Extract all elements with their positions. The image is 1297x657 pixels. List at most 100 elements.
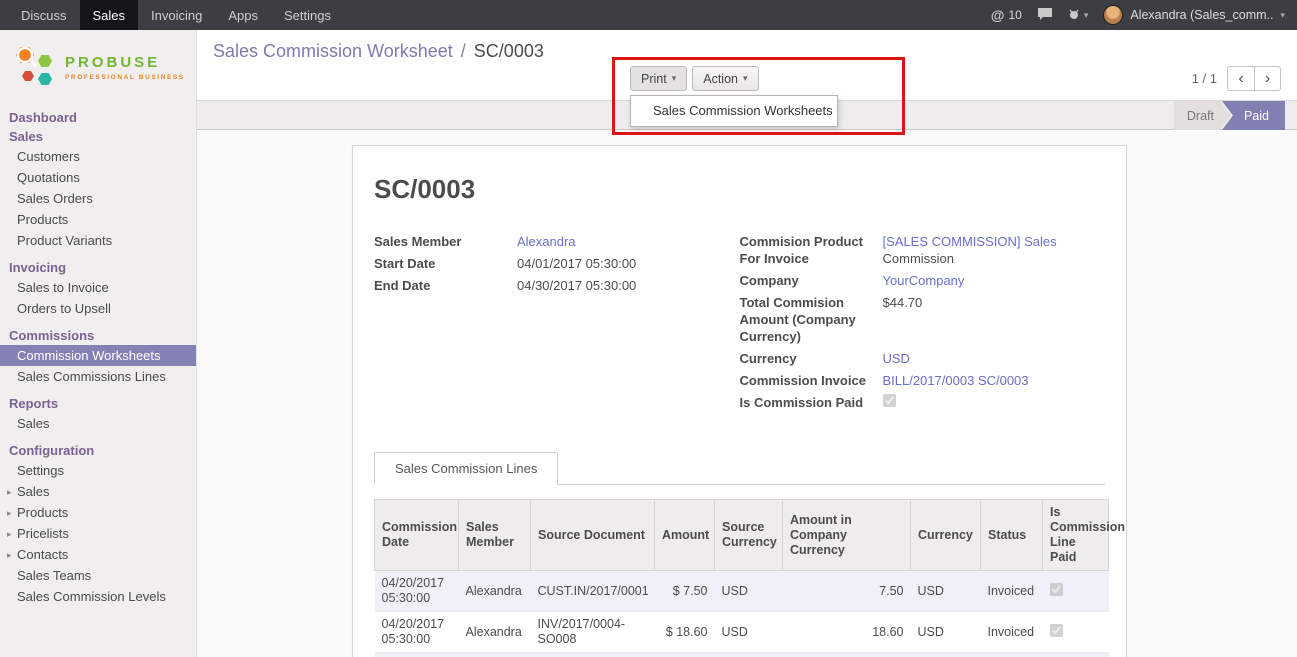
form-area: SC/0003 Sales Member Alexandra Start Dat… [197, 130, 1297, 657]
menu-invoicing[interactable]: Invoicing [138, 0, 215, 30]
probuse-logo-icon [14, 43, 58, 92]
pager-previous-button[interactable]: ‹ [1227, 66, 1254, 91]
sales-member-link[interactable]: Alexandra [517, 234, 576, 249]
breadcrumb-parent-link[interactable]: Sales Commission Worksheet [213, 41, 453, 61]
sidebar-item-commission-worksheets[interactable]: Commission Worksheets [0, 345, 196, 366]
sidebar-item-pricelists[interactable]: ▸Pricelists [0, 523, 196, 544]
table-row[interactable]: 04/20/2017 10:35:53 Alexandra SO008 $ 18… [375, 653, 1109, 657]
sidebar-item-sales-commissions-lines[interactable]: Sales Commissions Lines [0, 366, 196, 387]
cell-sales-member: Alexandra [459, 612, 531, 653]
control-panel-buttons: Print ▾ Action ▾ [630, 66, 759, 91]
sidebar-item-dashboard[interactable]: Dashboard [0, 108, 196, 127]
field-end-date: End Date 04/30/2017 05:30:00 [374, 277, 722, 294]
tab-sales-commission-lines[interactable]: Sales Commission Lines [374, 452, 558, 485]
menu-apps[interactable]: Apps [215, 0, 271, 30]
sidebar-item-products-config[interactable]: ▸Products [0, 502, 196, 523]
cell-status: Invoiced [981, 612, 1043, 653]
breadcrumb: Sales Commission Worksheet / SC/0003 [213, 41, 544, 62]
field-commission-invoice: Commission Invoice BILL/2017/0003 SC/000… [740, 372, 1106, 389]
sidebar-section-commissions: Commissions [0, 326, 196, 345]
table-row[interactable]: 04/20/2017 05:30:00 Alexandra CUST.IN/20… [375, 571, 1109, 612]
table-header-row: Commission Date Sales Member Source Docu… [375, 500, 1109, 571]
notebook-tabs: Sales Commission Lines [374, 452, 1105, 485]
field-commission-product: Commision Product For Invoice [SALES COM… [740, 233, 1106, 267]
company-link[interactable]: YourCompany [883, 273, 965, 288]
sidebar-item-orders-to-upsell[interactable]: Orders to Upsell [0, 298, 196, 319]
notification-count: 10 [1008, 8, 1021, 22]
sidebar-item-contacts[interactable]: ▸Contacts [0, 544, 196, 565]
status-draft[interactable]: Draft [1174, 101, 1231, 130]
sidebar-item-sales-teams[interactable]: Sales Teams [0, 565, 196, 586]
debug-menu-button[interactable]: ▾ [1068, 8, 1089, 23]
sidebar-item-quotations[interactable]: Quotations [0, 167, 196, 188]
sidebar-section-configuration: Configuration [0, 441, 196, 460]
cell-amount-company: 18.60 [783, 612, 911, 653]
menu-settings[interactable]: Settings [271, 0, 344, 30]
probuse-logo: PROBUSE PROFESSIONAL BUSINESS [0, 30, 196, 102]
sidebar-item-sales-commission-levels[interactable]: Sales Commission Levels [0, 586, 196, 607]
commission-lines-table: Commission Date Sales Member Source Docu… [374, 499, 1109, 657]
form-sheet: SC/0003 Sales Member Alexandra Start Dat… [352, 145, 1127, 657]
sidebar-item-label: Sales [17, 484, 50, 499]
table-row[interactable]: 04/20/2017 05:30:00 Alexandra INV/2017/0… [375, 612, 1109, 653]
sidebar-item-label: Pricelists [17, 526, 69, 541]
sidebar-item-sales-to-invoice[interactable]: Sales to Invoice [0, 277, 196, 298]
pager-next-button[interactable]: › [1254, 66, 1281, 91]
menu-label: Settings [284, 8, 331, 23]
sidebar-item-products[interactable]: Products [0, 209, 196, 230]
menu-discuss[interactable]: Discuss [8, 0, 80, 30]
menu-label: Sales [93, 8, 126, 23]
menu-label: Invoicing [151, 8, 202, 23]
sidebar-item-sales-report[interactable]: Sales [0, 413, 196, 434]
print-dropdown-item-worksheets[interactable]: Sales Commission Worksheets [631, 96, 837, 126]
action-button[interactable]: Action ▾ [692, 66, 758, 91]
col-header-status: Status [981, 500, 1043, 571]
commission-invoice-link[interactable]: BILL/2017/0003 SC/0003 [883, 373, 1029, 388]
sidebar-item-sales[interactable]: Sales [0, 127, 196, 146]
sidebar-item-settings[interactable]: Settings [0, 460, 196, 481]
status-widget: Draft Paid [1174, 101, 1285, 130]
col-header-currency: Currency [911, 500, 981, 571]
field-start-date: Start Date 04/01/2017 05:30:00 [374, 255, 722, 272]
field-group-left: Sales Member Alexandra Start Date 04/01/… [374, 233, 740, 416]
menu-sales[interactable]: Sales [80, 0, 139, 30]
sidebar-item-sales-orders[interactable]: Sales Orders [0, 188, 196, 209]
col-header-commission-date: Commission Date [375, 500, 459, 571]
field-label: Commision Product For Invoice [740, 233, 883, 267]
sidebar-item-customers[interactable]: Customers [0, 146, 196, 167]
cell-source-document: CUST.IN/2017/0001 [531, 571, 655, 612]
cell-currency: USD [911, 653, 981, 657]
field-label: Currency [740, 350, 883, 367]
currency-link[interactable]: USD [883, 351, 910, 366]
chat-bubble-icon [1037, 7, 1053, 24]
messages-button[interactable] [1037, 7, 1053, 24]
notifications-button[interactable]: @ 10 [991, 7, 1022, 23]
commission-product-link[interactable]: [SALES COMMISSION] Sales [883, 234, 1057, 249]
field-label: Commission Invoice [740, 372, 883, 389]
cell-sales-member: Alexandra [459, 653, 531, 657]
line-paid-checkbox [1050, 624, 1063, 637]
cell-amount: $ 7.50 [655, 571, 715, 612]
cell-sales-member: Alexandra [459, 571, 531, 612]
sidebar-item-product-variants[interactable]: Product Variants [0, 230, 196, 251]
cell-amount: $ 18.60 [655, 653, 715, 657]
caret-down-icon: ▾ [1084, 10, 1089, 21]
field-sales-member: Sales Member Alexandra [374, 233, 722, 250]
print-button[interactable]: Print ▾ [630, 66, 687, 91]
pager-buttons: ‹ › [1227, 66, 1281, 91]
sidebar-item-sales-config[interactable]: ▸Sales [0, 481, 196, 502]
pager-value: 1 / 1 [1192, 71, 1217, 86]
cell-source-currency: USD [715, 571, 783, 612]
chevron-right-icon: ▸ [7, 508, 17, 519]
caret-down-icon: ▾ [672, 73, 677, 84]
menu-label: Apps [228, 8, 258, 23]
start-date-value: 04/01/2017 05:30:00 [517, 255, 722, 272]
topbar-menus: Discuss Sales Invoicing Apps Settings [0, 0, 344, 30]
field-company: Company YourCompany [740, 272, 1106, 289]
col-header-amount-company-currency: Amount in Company Currency [783, 500, 911, 571]
sidebar-section-invoicing: Invoicing [0, 258, 196, 277]
sidebar-nav: Dashboard Sales Customers Quotations Sal… [0, 108, 196, 607]
user-menu[interactable]: Alexandra (Sales_comm.. ▾ [1103, 5, 1285, 25]
screen: Discuss Sales Invoicing Apps Settings @ … [0, 0, 1297, 657]
chevron-right-icon: › [1265, 70, 1270, 88]
